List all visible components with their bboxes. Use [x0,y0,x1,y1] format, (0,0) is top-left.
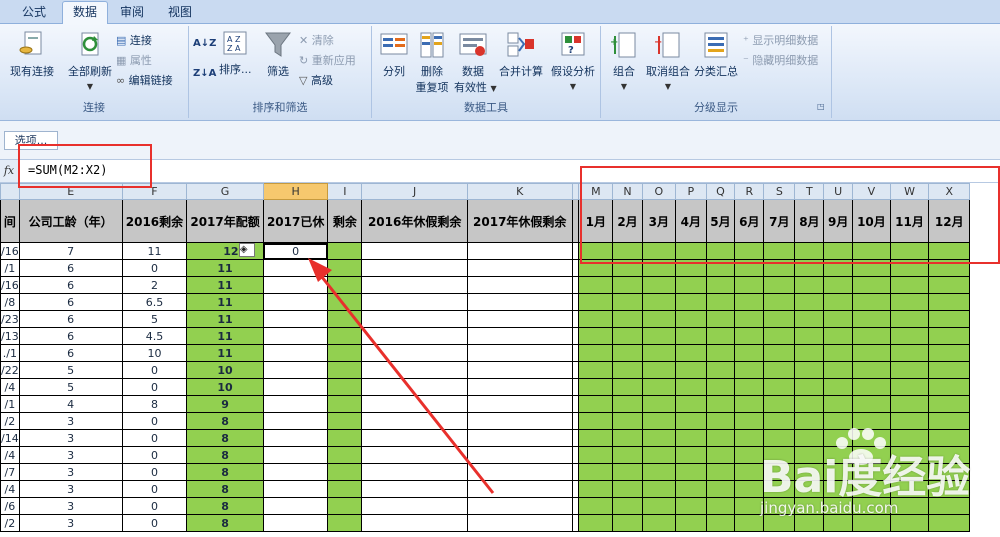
annotation-arrow [308,258,495,494]
arrowhead-icon [308,258,332,282]
spreadsheet-app: 公式 数据 审阅 视图 现有连接 全部刷新 ▼ ▤ 连接 ▦ 属性 ∞ 编辑链接… [0,0,1000,537]
